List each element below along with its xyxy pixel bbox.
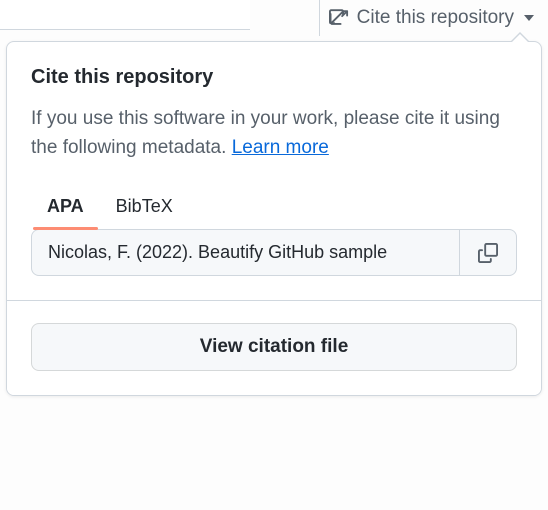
popover-footer: View citation file <box>7 300 541 395</box>
view-citation-file-button[interactable]: View citation file <box>31 323 517 371</box>
citation-format-tabs: APA BibTeX <box>31 188 517 229</box>
tab-apa[interactable]: APA <box>45 188 86 229</box>
learn-more-link[interactable]: Learn more <box>232 137 329 158</box>
popover-description: If you use this software in your work, p… <box>31 105 517 162</box>
cite-repository-popover: Cite this repository If you use this sof… <box>6 41 542 396</box>
background-strip <box>0 0 250 30</box>
cite-repository-trigger-label: Cite this repository <box>357 7 514 29</box>
caret-down-icon <box>524 15 534 21</box>
cite-repository-trigger[interactable]: Cite this repository <box>319 0 548 36</box>
divider <box>319 0 320 36</box>
cross-reference-icon <box>329 8 349 28</box>
copy-citation-button[interactable] <box>460 230 516 275</box>
popover-title: Cite this repository <box>31 66 517 89</box>
copy-icon <box>478 243 498 263</box>
tab-bibtex[interactable]: BibTeX <box>114 188 175 229</box>
citation-text[interactable]: Nicolas, F. (2022). Beautify GitHub samp… <box>32 230 460 275</box>
popover-caret <box>510 32 530 42</box>
citation-box: Nicolas, F. (2022). Beautify GitHub samp… <box>31 229 517 276</box>
